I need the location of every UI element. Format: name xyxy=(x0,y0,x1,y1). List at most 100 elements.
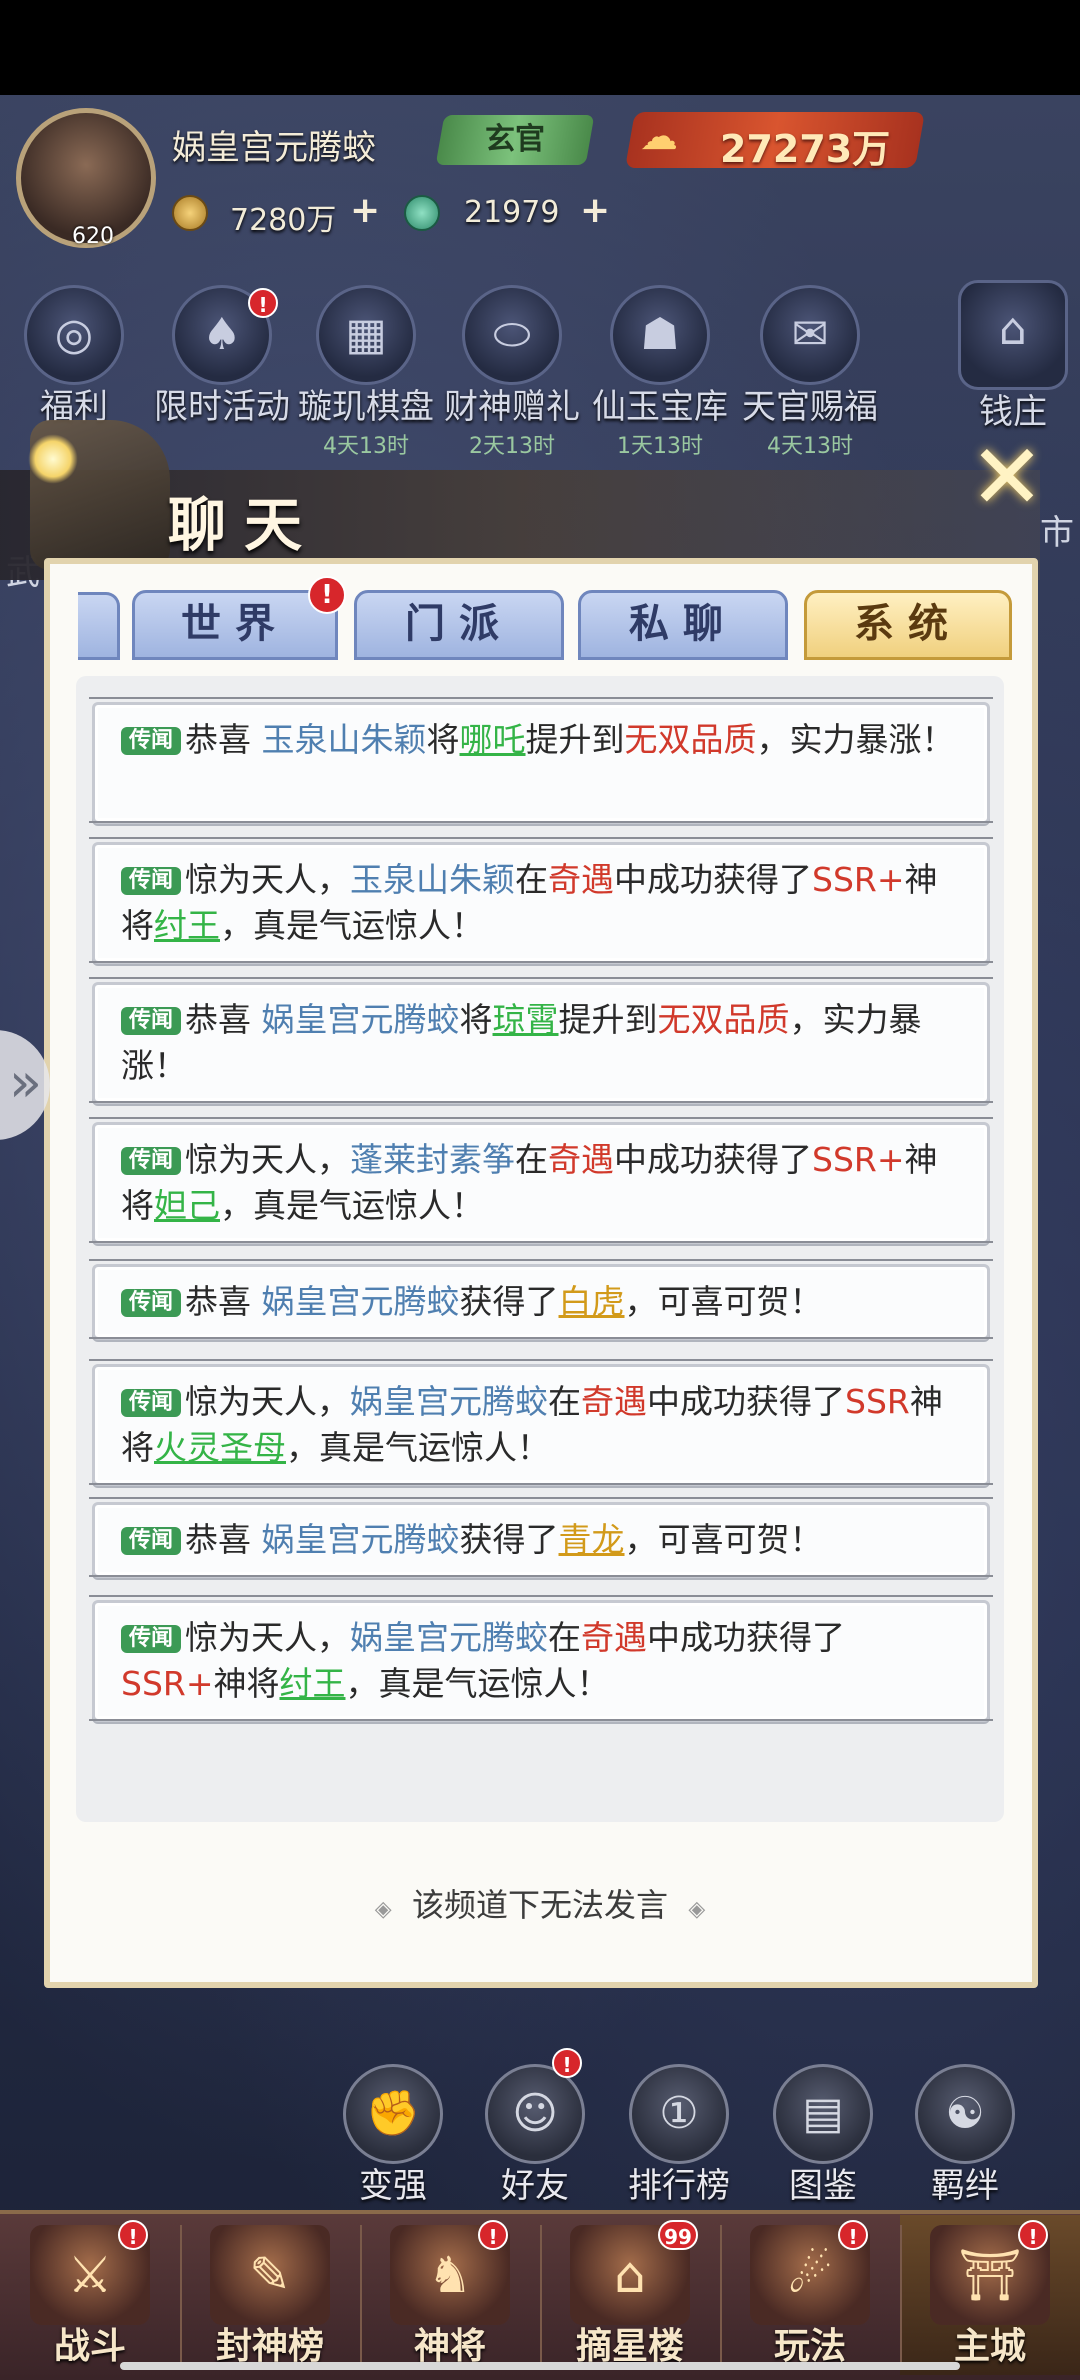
activity-4[interactable]: ☗ 仙玉宝库 1天13时 xyxy=(590,285,730,460)
player-link[interactable]: 娲皇宫元腾蛟 xyxy=(262,1000,460,1039)
message-text: 恭喜 xyxy=(185,1520,262,1559)
message-text: 中成功获得了 xyxy=(614,860,813,899)
activity-timer: 2天13时 xyxy=(469,434,555,459)
message-text: 在 xyxy=(548,1382,582,1421)
fist-icon: ✊ xyxy=(343,2064,443,2164)
message-text: ，真是气运惊人！ xyxy=(220,906,484,945)
bottom-nav-play[interactable]: ☄ 玩法 xyxy=(720,2215,900,2375)
message-text: 提升到 xyxy=(558,1000,658,1039)
no-speaking-note: ◈ 该频道下无法发言 ◈ xyxy=(0,1880,1080,1926)
lantern-icon xyxy=(28,434,78,484)
chat-message: 传闻 惊为天人，玉泉山朱颖在奇遇中成功获得了SSR+神将纣王，真是气运惊人！ xyxy=(89,837,993,964)
notification-badge: ! xyxy=(118,2220,148,2250)
rarity-text: SSR+ xyxy=(121,1664,214,1703)
notification-badge: ! xyxy=(838,2220,868,2250)
nav-friends[interactable]: ☺ 好友 xyxy=(470,2064,600,2207)
tab-world-badge: ! xyxy=(308,576,346,614)
item-link[interactable]: 琼霄 xyxy=(493,1000,559,1039)
message-text: 在 xyxy=(515,1140,549,1179)
rumor-tag: 传闻 xyxy=(121,727,182,755)
rumor-tag: 传闻 xyxy=(121,1389,182,1417)
tab-world[interactable]: 世界 xyxy=(132,590,338,660)
activity-label: 璇玑棋盘 xyxy=(298,387,434,427)
player-link[interactable]: 娲皇宫元腾蛟 xyxy=(262,1282,460,1321)
item-link[interactable]: 哪吒 xyxy=(460,720,526,759)
notification-badge: ! xyxy=(1018,2220,1048,2250)
player-link[interactable]: 玉泉山朱颖 xyxy=(350,860,515,899)
tab-private-label: 私聊 xyxy=(629,601,737,647)
message-text: 获得了 xyxy=(459,1520,559,1559)
nav-label: 排行榜 xyxy=(628,2166,730,2206)
chat-message: 传闻 惊为天人，蓬莱封素筝在奇遇中成功获得了SSR+神将妲己，真是气运惊人！ xyxy=(89,1117,993,1244)
nav-book[interactable]: ▤ 图鉴 xyxy=(758,2064,888,2207)
message-text: 恭喜 xyxy=(185,1282,262,1321)
activity-label: 天官赐福 xyxy=(742,387,878,427)
message-text: 惊为天人， xyxy=(185,1618,351,1657)
highlight-text: 奇遇 xyxy=(548,1140,615,1179)
message-text: 惊为天人， xyxy=(185,1382,351,1421)
bottom-nav-scroll[interactable]: ✎ 封神榜 xyxy=(180,2215,360,2375)
nav-bond[interactable]: ☯ 羁绊 xyxy=(900,2064,1030,2207)
chat-message: 传闻 惊为天人，娲皇宫元腾蛟在奇遇中成功获得了 SSR+神将纣王，真是气运惊人！ xyxy=(89,1595,993,1722)
message-text: 恭喜 xyxy=(185,1000,262,1039)
item-link[interactable]: 白虎 xyxy=(559,1282,625,1321)
chessboard-icon: ▦ xyxy=(316,285,416,385)
activity-5[interactable]: ✉ 天官赐福 4天13时 xyxy=(740,285,880,460)
tab-sect-label: 门派 xyxy=(405,601,513,647)
message-text: ，真是气运惊人！ xyxy=(286,1428,550,1467)
gift-icon: ◎ xyxy=(24,285,124,385)
player-link[interactable]: 娲皇宫元腾蛟 xyxy=(350,1382,548,1421)
player-name: 娲皇宫元腾蛟 xyxy=(172,128,376,168)
nav-ranking[interactable]: ① 排行榜 xyxy=(614,2064,744,2207)
item-link[interactable]: 纣王 xyxy=(154,906,220,945)
close-button[interactable]: ✕ xyxy=(962,433,1052,528)
nav-divider xyxy=(180,2225,182,2365)
message-text: ，可喜可贺！ xyxy=(624,1520,823,1559)
power-value: 27273万 xyxy=(720,127,891,171)
message-text: 恭喜 xyxy=(185,720,262,759)
bottom-nav-palace[interactable]: ⛩ 主城 xyxy=(900,2215,1080,2375)
message-text: ，真是气运惊人！ xyxy=(220,1186,484,1225)
add-jade-button[interactable]: + xyxy=(580,190,610,231)
rank-badge: 玄官 xyxy=(435,115,595,165)
activity-timer: 4天13时 xyxy=(323,434,409,459)
tab-sect[interactable]: 门派 xyxy=(354,590,564,660)
deco-right-icon: ◈ xyxy=(688,1897,706,1922)
player-link[interactable]: 娲皇宫元腾蛟 xyxy=(262,1520,460,1559)
add-gold-button[interactable]: + xyxy=(350,190,380,231)
highlight-text: 无双品质 xyxy=(624,720,757,759)
player-link[interactable]: 蓬莱封素筝 xyxy=(350,1140,515,1179)
chat-message: 传闻 恭喜 娲皇宫元腾蛟获得了青龙，可喜可贺！ xyxy=(89,1497,993,1578)
gold-coin-icon xyxy=(172,195,208,231)
highlight-text: 奇遇 xyxy=(581,1382,648,1421)
chat-tabs: 世界 ! 门派 私聊 系统 xyxy=(78,576,1012,660)
message-text: 将 xyxy=(426,720,460,759)
activity-timer: 1天13时 xyxy=(617,434,703,459)
message-text: 在 xyxy=(548,1618,582,1657)
activity-0[interactable]: ◎ 福利 xyxy=(4,285,144,428)
rumor-tag: 传闻 xyxy=(121,867,182,895)
bottom-nav-sword[interactable]: ⚔ 战斗 xyxy=(0,2215,180,2375)
activity-label: 限时活动 xyxy=(154,387,290,427)
nav-divider xyxy=(900,2225,902,2365)
activity-3[interactable]: ⬭ 财神赠礼 2天13时 xyxy=(442,285,582,460)
chat-message: 传闻 惊为天人，娲皇宫元腾蛟在奇遇中成功获得了SSR神将火灵圣母，真是气运惊人！ xyxy=(89,1359,993,1486)
activity-2[interactable]: ▦ 璇玑棋盘 4天13时 xyxy=(296,285,436,460)
tab-system[interactable]: 系统 xyxy=(804,590,1012,660)
item-link[interactable]: 妲己 xyxy=(154,1186,220,1225)
item-link[interactable]: 青龙 xyxy=(559,1520,625,1559)
tab-private[interactable]: 私聊 xyxy=(578,590,788,660)
message-text: 惊为天人， xyxy=(185,1140,351,1179)
nav-divider xyxy=(720,2225,722,2365)
qianzhuang-button[interactable]: ⌂ 钱庄 xyxy=(946,280,1080,433)
bottom-nav-helmet[interactable]: ♞ 神将 xyxy=(360,2215,540,2375)
activity-timer: 4天13时 xyxy=(767,434,853,459)
tab-system-label: 系统 xyxy=(854,601,962,647)
home-indicator xyxy=(120,2362,960,2370)
item-link[interactable]: 纣王 xyxy=(279,1664,345,1703)
player-link[interactable]: 娲皇宫元腾蛟 xyxy=(350,1618,548,1657)
nav-fist[interactable]: ✊ 变强 xyxy=(328,2064,458,2207)
player-link[interactable]: 玉泉山朱颖 xyxy=(262,720,427,759)
message-text: ，真是气运惊人！ xyxy=(345,1664,610,1703)
item-link[interactable]: 火灵圣母 xyxy=(154,1428,286,1467)
